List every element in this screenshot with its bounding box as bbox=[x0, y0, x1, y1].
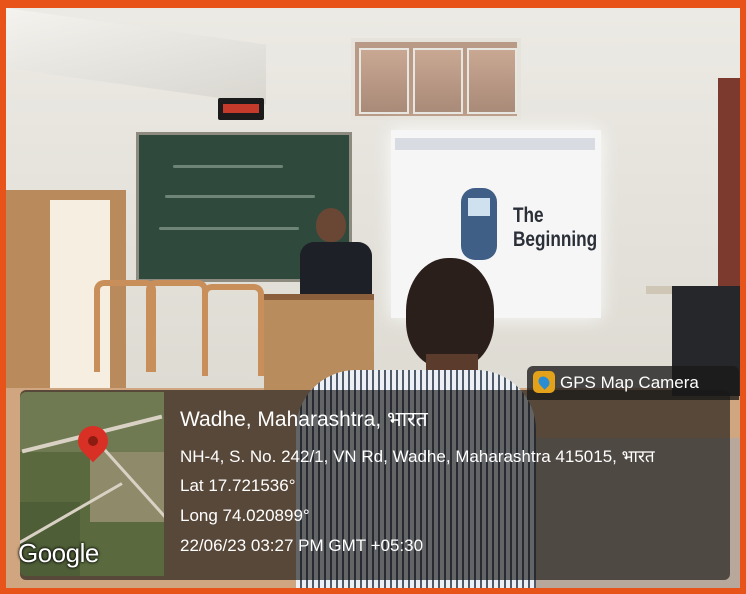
map-attribution: Google bbox=[18, 538, 99, 568]
mobile-phone-image bbox=[461, 188, 497, 260]
gps-map-camera-badge: GPS Map Camera bbox=[527, 366, 739, 400]
window-pane bbox=[467, 48, 517, 114]
phone-screen bbox=[468, 198, 490, 216]
badge-label: GPS Map Camera bbox=[560, 373, 699, 392]
slide-title: The Beginning bbox=[513, 204, 597, 252]
student-head bbox=[406, 258, 494, 368]
window bbox=[351, 38, 521, 120]
chalk-writing bbox=[165, 195, 315, 198]
geotag-place: Wadhe, Maharashtra, भारत bbox=[180, 408, 428, 431]
chair bbox=[146, 280, 208, 372]
location-pin-icon bbox=[536, 374, 552, 390]
geotag-latitude: Lat 17.721536° bbox=[180, 476, 296, 495]
chalk-writing bbox=[173, 165, 283, 168]
chair bbox=[202, 284, 264, 376]
geotag-timestamp: 22/06/23 03:27 PM GMT +05:30 bbox=[180, 536, 424, 555]
clock-display bbox=[223, 104, 259, 113]
chalk-writing bbox=[159, 227, 299, 230]
presenter-head bbox=[316, 208, 346, 242]
window-pane bbox=[413, 48, 463, 114]
map-field bbox=[90, 452, 164, 522]
browser-toolbar bbox=[395, 138, 595, 150]
window-pane bbox=[359, 48, 409, 114]
geotag-longitude: Long 74.020899° bbox=[180, 506, 310, 525]
gps-map-camera-icon bbox=[533, 371, 555, 393]
digital-clock bbox=[218, 98, 264, 120]
slide-title-line1: The bbox=[513, 204, 544, 227]
map-pin-center bbox=[88, 436, 98, 446]
slide-title-line2: Beginning bbox=[513, 228, 598, 251]
geotag-address: NH-4, S. No. 242/1, VN Rd, Wadhe, Mahara… bbox=[180, 447, 655, 466]
